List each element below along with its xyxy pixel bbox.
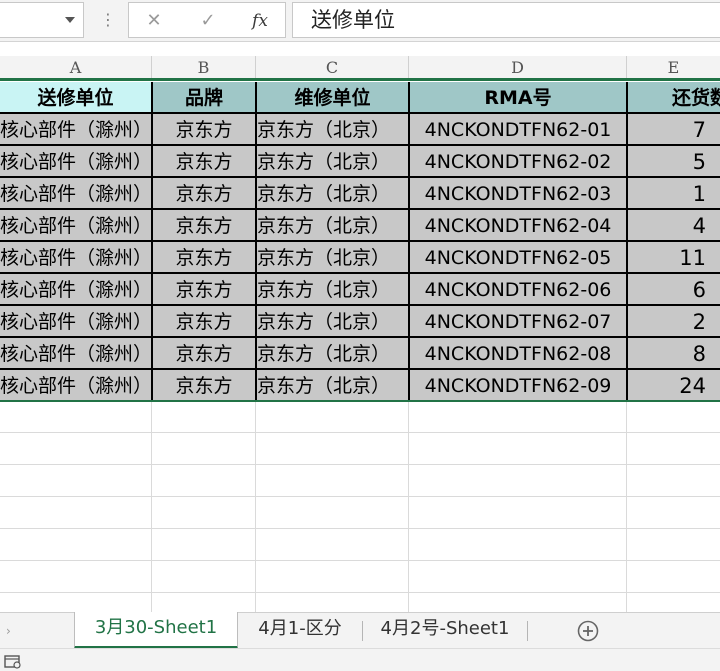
cell-rma[interactable]: 4NCKONDTFN62-02 <box>410 146 628 178</box>
tab-sheet-4-1[interactable]: 4月1-区分 <box>238 613 362 649</box>
plus-circle-icon[interactable] <box>576 619 600 643</box>
cell-send-unit[interactable]: 核心部件（滁州） <box>0 146 153 178</box>
cell-repair-unit[interactable]: 京东方（北京） <box>257 338 410 370</box>
table-row: 核心部件（滁州） 京东方 京东方（北京） 4NCKONDTFN62-04 4 <box>0 210 720 242</box>
cell-return-qty[interactable]: 24 <box>628 370 720 402</box>
cell-rma[interactable]: 4NCKONDTFN62-05 <box>410 242 628 274</box>
cell-brand[interactable]: 京东方 <box>153 274 257 306</box>
table-row: 核心部件（滁州） 京东方 京东方（北京） 4NCKONDTFN62-03 1 <box>0 178 720 210</box>
cell-return-qty[interactable]: 2 <box>628 306 720 338</box>
cell-brand[interactable]: 京东方 <box>153 306 257 338</box>
cell-brand[interactable]: 京东方 <box>153 178 257 210</box>
header-cell-brand[interactable]: 品牌 <box>153 82 257 114</box>
column-header-e[interactable]: E <box>627 56 720 80</box>
cell-brand[interactable]: 京东方 <box>153 210 257 242</box>
cell-rma[interactable]: 4NCKONDTFN62-04 <box>410 210 628 242</box>
selection-border <box>0 400 720 402</box>
column-header-b[interactable]: B <box>152 56 256 80</box>
cell-repair-unit[interactable]: 京东方（北京） <box>257 242 410 274</box>
cell-rma[interactable]: 4NCKONDTFN62-07 <box>410 306 628 338</box>
cell-return-qty[interactable]: 6 <box>628 274 720 306</box>
table-header-row: 送修单位 品牌 维修单位 RMA号 还货数 <box>0 82 720 114</box>
cell-repair-unit[interactable]: 京东方（北京） <box>257 274 410 306</box>
cell-send-unit[interactable]: 核心部件（滁州） <box>0 178 153 210</box>
tab-sheet-4-2[interactable]: 4月2号-Sheet1 <box>363 613 527 649</box>
cell-repair-unit[interactable]: 京东方（北京） <box>257 306 410 338</box>
chevron-left-icon[interactable]: › <box>6 623 18 639</box>
sheet-tabs-bar: › 3月30-Sheet1 4月1-区分 4月2号-Sheet1 <box>0 612 720 649</box>
table-row: 核心部件（滁州） 京东方 京东方（北京） 4NCKONDTFN62-02 5 <box>0 146 720 178</box>
header-cell-return-qty[interactable]: 还货数 <box>628 82 720 114</box>
column-header-c[interactable]: C <box>256 56 409 80</box>
formula-input[interactable]: 送修单位 <box>292 2 720 38</box>
status-bar <box>0 648 720 671</box>
gridline <box>0 528 720 529</box>
tab-sheet-3-30[interactable]: 3月30-Sheet1 <box>74 612 238 649</box>
header-cell-repair-unit[interactable]: 维修单位 <box>257 82 410 114</box>
gridline <box>0 592 720 593</box>
table-row: 核心部件（滁州） 京东方 京东方（北京） 4NCKONDTFN62-07 2 <box>0 306 720 338</box>
gridline <box>0 560 720 561</box>
more-options-icon[interactable]: ⋮ <box>100 8 116 32</box>
chevron-down-icon[interactable] <box>65 17 75 23</box>
cell-rma[interactable]: 4NCKONDTFN62-01 <box>410 114 628 146</box>
cell-return-qty[interactable]: 4 <box>628 210 720 242</box>
cell-repair-unit[interactable]: 京东方（北京） <box>257 114 410 146</box>
table-row: 核心部件（滁州） 京东方 京东方（北京） 4NCKONDTFN62-01 7 <box>0 114 720 146</box>
name-box[interactable] <box>0 2 84 38</box>
cell-return-qty[interactable]: 8 <box>628 338 720 370</box>
cell-brand[interactable]: 京东方 <box>153 338 257 370</box>
cell-repair-unit[interactable]: 京东方（北京） <box>257 370 410 402</box>
close-icon[interactable]: ✕ <box>141 9 167 33</box>
cell-brand[interactable]: 京东方 <box>153 146 257 178</box>
cell-repair-unit[interactable]: 京东方（北京） <box>257 210 410 242</box>
cell-send-unit[interactable]: 核心部件（滁州） <box>0 370 153 402</box>
cell-brand[interactable]: 京东方 <box>153 114 257 146</box>
fx-icon[interactable]: fx <box>247 9 273 33</box>
tab-divider <box>527 621 528 641</box>
formula-bar: ⋮ ✕ ✓ fx 送修单位 <box>0 0 720 42</box>
gridline <box>0 496 720 497</box>
table-row: 核心部件（滁州） 京东方 京东方（北京） 4NCKONDTFN62-09 24 <box>0 370 720 402</box>
table-row: 核心部件（滁州） 京东方 京东方（北京） 4NCKONDTFN62-06 6 <box>0 274 720 306</box>
column-header-d[interactable]: D <box>409 56 627 80</box>
cell-return-qty[interactable]: 1 <box>628 178 720 210</box>
cell-send-unit[interactable]: 核心部件（滁州） <box>0 274 153 306</box>
header-cell-send-unit[interactable]: 送修单位 <box>0 82 153 114</box>
cell-send-unit[interactable]: 核心部件（滁州） <box>0 338 153 370</box>
table-row: 核心部件（滁州） 京东方 京东方（北京） 4NCKONDTFN62-05 11 <box>0 242 720 274</box>
cell-rma[interactable]: 4NCKONDTFN62-03 <box>410 178 628 210</box>
column-headers: A B C D E <box>0 56 720 80</box>
cell-rma[interactable]: 4NCKONDTFN62-06 <box>410 274 628 306</box>
gridline <box>0 432 720 433</box>
cell-rma[interactable]: 4NCKONDTFN62-08 <box>410 338 628 370</box>
data-table: 送修单位 品牌 维修单位 RMA号 还货数 核心部件（滁州） 京东方 京东方（北… <box>0 82 720 402</box>
cell-rma[interactable]: 4NCKONDTFN62-09 <box>410 370 628 402</box>
check-icon[interactable]: ✓ <box>195 9 221 33</box>
macro-record-icon[interactable] <box>4 655 22 669</box>
cell-send-unit[interactable]: 核心部件（滁州） <box>0 242 153 274</box>
cell-brand[interactable]: 京东方 <box>153 370 257 402</box>
cell-return-qty[interactable]: 7 <box>628 114 720 146</box>
cell-send-unit[interactable]: 核心部件（滁州） <box>0 306 153 338</box>
spreadsheet-app: ⋮ ✕ ✓ fx 送修单位 A B C D E 送修单位 品牌 维修单位 RMA… <box>0 0 720 671</box>
cell-return-qty[interactable]: 5 <box>628 146 720 178</box>
gridline <box>0 464 720 465</box>
cell-repair-unit[interactable]: 京东方（北京） <box>257 178 410 210</box>
cell-return-qty[interactable]: 11 <box>628 242 720 274</box>
cell-repair-unit[interactable]: 京东方（北京） <box>257 146 410 178</box>
header-cell-rma[interactable]: RMA号 <box>410 82 628 114</box>
formula-buttons: ✕ ✓ fx <box>128 2 286 38</box>
column-header-a[interactable]: A <box>0 56 152 80</box>
cell-send-unit[interactable]: 核心部件（滁州） <box>0 114 153 146</box>
table-row: 核心部件（滁州） 京东方 京东方（北京） 4NCKONDTFN62-08 8 <box>0 338 720 370</box>
cell-send-unit[interactable]: 核心部件（滁州） <box>0 210 153 242</box>
cell-brand[interactable]: 京东方 <box>153 242 257 274</box>
selection-indicator <box>0 78 720 81</box>
